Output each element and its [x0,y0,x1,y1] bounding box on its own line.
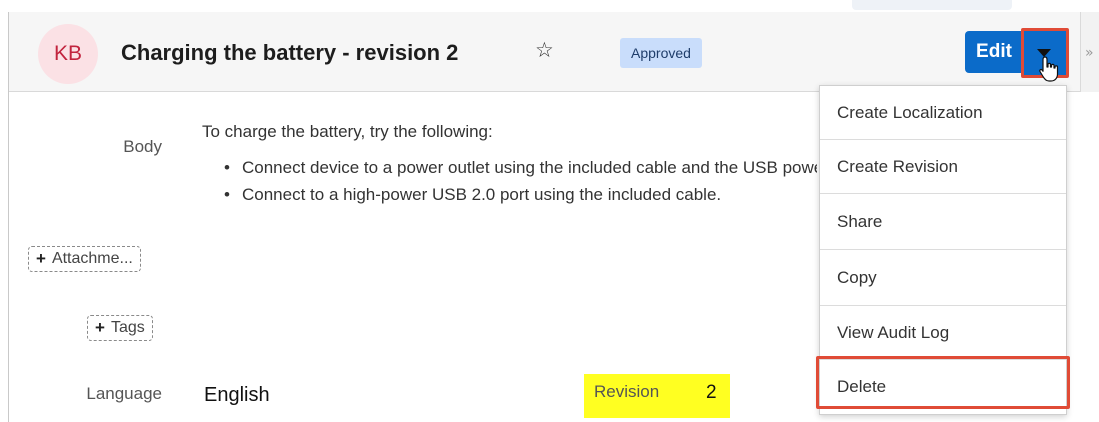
add-tags-button[interactable]: + Tags [87,315,153,341]
double-chevron-right-icon[interactable]: » [1085,45,1094,61]
body-intro-text: To charge the battery, try the following… [202,122,493,141]
plus-icon: + [36,249,46,268]
menu-item-copy[interactable]: Copy [820,250,1066,305]
list-item: Connect to a high-power USB 2.0 port usi… [202,185,817,212]
top-strip [0,0,1099,12]
revision-field-label: Revision [594,382,660,401]
delete-highlight-outline [816,356,1070,409]
body-field-label: Body [123,137,162,156]
page-title: Charging the battery - revision 2 [121,40,459,65]
menu-item-share[interactable]: Share [820,194,1066,249]
avatar: KB [38,24,98,84]
hand-pointer-cursor-icon [1039,56,1059,82]
language-field-label: Language [86,384,162,403]
menu-item-view-audit-log[interactable]: View Audit Log [820,306,1066,359]
star-outline-icon[interactable]: ☆ [535,38,554,62]
attachments-label: Attachme... [51,250,133,267]
tab-fragment [852,0,1012,10]
status-badge: Approved [620,38,702,68]
tags-label: Tags [110,319,145,336]
plus-icon: + [95,318,105,337]
language-value: English [204,384,270,406]
add-attachments-button[interactable]: + Attachme... [28,246,141,272]
revision-value: 2 [706,382,717,403]
list-item: Connect device to a power outlet using t… [202,158,817,185]
edit-button[interactable]: Edit [965,31,1023,73]
menu-item-create-revision[interactable]: Create Revision [820,140,1066,193]
menu-item-create-localization[interactable]: Create Localization [820,86,1066,139]
body-bullet-list: Connect device to a power outlet using t… [202,158,817,212]
